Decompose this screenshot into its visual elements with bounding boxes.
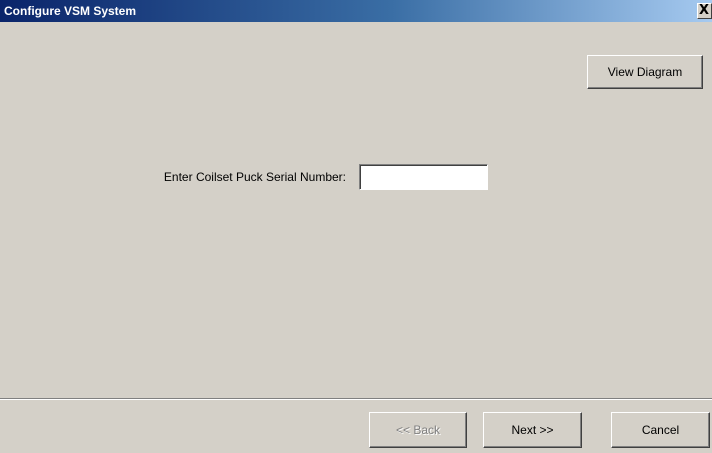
view-diagram-button[interactable]: View Diagram [587,55,703,89]
footer-separator [0,398,712,400]
back-button[interactable]: << Back [369,412,467,448]
next-button[interactable]: Next >> [483,412,582,448]
close-icon: X [699,3,710,18]
configure-vsm-dialog: Configure VSM System X View Diagram Ente… [0,0,712,453]
serial-number-input[interactable] [359,164,488,190]
window-title: Configure VSM System [4,4,137,18]
title-bar[interactable]: Configure VSM System X [0,0,712,22]
serial-number-label: Enter Coilset Puck Serial Number: [163,170,346,184]
cancel-button[interactable]: Cancel [611,412,710,448]
close-button[interactable]: X [697,3,712,19]
